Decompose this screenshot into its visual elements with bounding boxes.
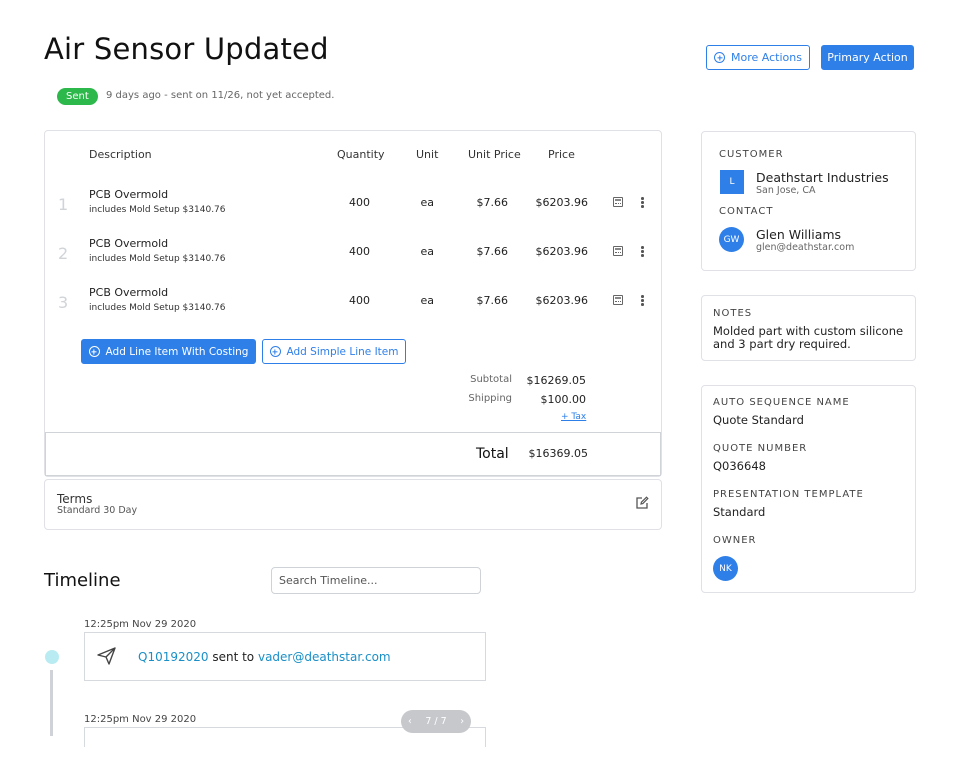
item-subtext: includes Mold Setup $3140.76 [89,205,226,215]
event-quote-link[interactable]: Q10192020 [138,650,209,664]
header-quantity: Quantity [337,148,385,161]
event-time: 12:25pm Nov 29 2020 [84,714,197,725]
template-label: PRESENTATION TEMPLATE [713,489,864,500]
item-quantity: 400 [349,245,370,258]
customer-label: CUSTOMER [719,149,784,160]
status-text: 9 days ago - sent on 11/26, not yet acce… [106,90,335,101]
total-value: $16369.05 [528,447,589,460]
total-label: Total [476,446,509,462]
paper-plane-icon [97,647,116,665]
shipping-value: $100.00 [540,393,587,406]
plus-circle-icon [269,346,281,357]
contact-avatar: GW [719,227,744,252]
page-title: Air Sensor Updated [44,32,329,66]
notes-label: NOTES [713,308,753,319]
item-name: PCB Overmold [89,237,169,250]
add-line-item-costing-button[interactable]: Add Line Item With Costing [81,339,256,364]
template-value: Standard [713,505,766,519]
quote-number-value: Q036648 [713,459,766,473]
item-quantity: 400 [349,294,370,307]
customer-name[interactable]: Deathstart Industries [756,170,889,185]
item-unit-price: $7.66 [476,294,509,307]
plus-circle-icon [88,346,100,357]
timeline-line [50,670,53,736]
event-text: Q10192020 sent to vader@deathstar.com [138,650,391,664]
customer-logo: L [720,170,744,194]
add-simple-label: Add Simple Line Item [286,345,399,358]
timeline-search-input[interactable] [271,567,481,594]
calculator-icon[interactable] [613,295,623,305]
event-email-link[interactable]: vader@deathstar.com [258,650,391,664]
edit-icon[interactable] [635,496,649,510]
sequence-label: AUTO SEQUENCE NAME [713,397,850,408]
primary-action-button[interactable]: Primary Action [821,45,914,70]
item-unit: ea [420,245,434,258]
add-costing-label: Add Line Item With Costing [105,345,249,358]
header-price: Price [548,148,575,161]
row-number: 2 [58,244,69,263]
row-number: 3 [58,293,69,312]
item-price: $6203.96 [535,196,589,209]
terms-label: Terms [57,492,93,506]
row-number: 1 [58,195,69,214]
calculator-icon[interactable] [613,246,623,256]
pager-text: 7 / 7 [425,716,447,727]
shipping-label: Shipping [468,393,512,404]
timeline-title: Timeline [44,570,121,591]
more-vertical-icon[interactable] [641,197,644,209]
status-badge: Sent [57,88,98,105]
more-actions-label: More Actions [731,51,802,64]
chevron-left-icon[interactable]: ‹ [408,716,412,727]
item-price: $6203.96 [535,294,589,307]
terms-value: Standard 30 Day [57,505,138,516]
notes-text-line1: Molded part with custom silicone [713,324,904,338]
more-vertical-icon[interactable] [641,246,644,258]
pager: ‹ 7 / 7 › [401,710,471,733]
notes-text-line2: and 3 part dry required. [713,337,851,351]
add-tax-link[interactable]: + Tax [561,412,586,422]
calculator-icon[interactable] [613,197,623,207]
event-time: 12:25pm Nov 29 2020 [84,619,197,630]
item-name: PCB Overmold [89,188,169,201]
customer-location: San Jose, CA [756,185,816,196]
subtotal-value: $16269.05 [526,374,587,387]
item-subtext: includes Mold Setup $3140.76 [89,254,226,264]
contact-label: CONTACT [719,206,774,217]
item-unit-price: $7.66 [476,196,509,209]
subtotal-label: Subtotal [470,374,512,385]
event-text-mid: sent to [208,650,258,664]
quote-number-label: QUOTE NUMBER [713,443,808,454]
header-unit-price: Unit Price [468,148,521,161]
item-unit: ea [420,294,434,307]
chevron-right-icon[interactable]: › [460,716,464,727]
owner-avatar[interactable]: NK [713,556,738,581]
item-quantity: 400 [349,196,370,209]
item-name: PCB Overmold [89,286,169,299]
item-unit: ea [420,196,434,209]
timeline-dot [45,650,59,664]
item-price: $6203.96 [535,245,589,258]
contact-name[interactable]: Glen Williams [756,227,841,242]
item-unit-price: $7.66 [476,245,509,258]
item-subtext: includes Mold Setup $3140.76 [89,303,226,313]
header-description: Description [89,148,152,161]
header-unit: Unit [416,148,439,161]
add-simple-line-item-button[interactable]: Add Simple Line Item [262,339,406,364]
owner-label: OWNER [713,535,757,546]
sequence-value: Quote Standard [713,413,804,427]
more-vertical-icon[interactable] [641,295,644,307]
plus-circle-icon [714,52,726,63]
more-actions-button[interactable]: More Actions [706,45,810,70]
contact-email: glen@deathstar.com [756,242,855,253]
